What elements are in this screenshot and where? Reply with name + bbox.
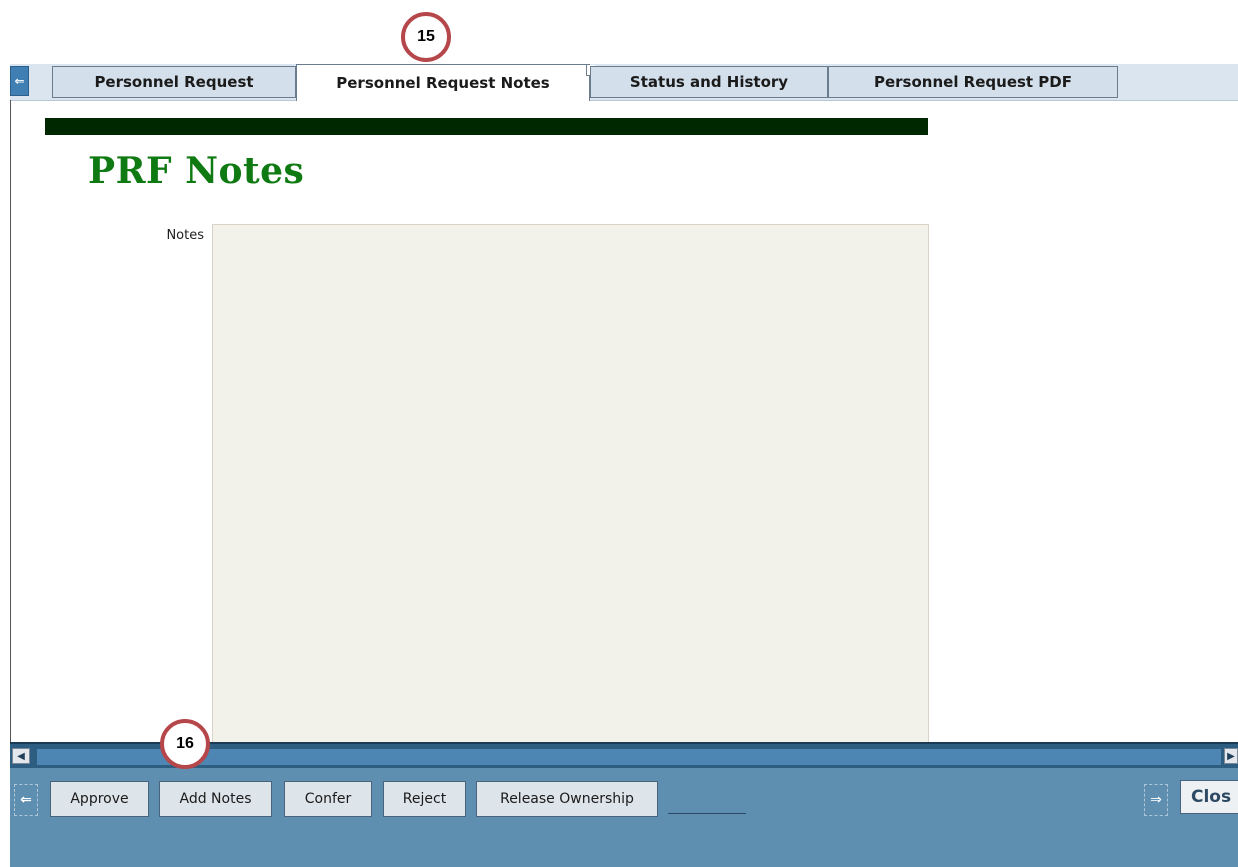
close-button[interactable]: Clos [1180, 780, 1238, 814]
callout-15-number: 15 [417, 28, 435, 45]
add-notes-button[interactable]: Add Notes [159, 781, 272, 817]
tab-scroll-back-icon[interactable]: ⇐ [10, 66, 29, 96]
tab-label: Personnel Request PDF [873, 73, 1073, 91]
back-arrow-icon[interactable]: ⇐ [12, 782, 40, 818]
forward-arrow-icon[interactable]: ⇒ [1140, 782, 1172, 818]
confer-button[interactable]: Confer [284, 781, 372, 817]
tab-personnel-request-pdf[interactable]: Personnel Request PDF [828, 66, 1118, 98]
reject-button[interactable]: Reject [383, 781, 466, 817]
tab-label: Personnel Request [94, 73, 254, 91]
notes-label: Notes [166, 228, 204, 243]
tab-personnel-request[interactable]: Personnel Request [52, 66, 296, 98]
callout-16: 16 [160, 719, 210, 769]
release-ownership-button[interactable]: Release Ownership [476, 781, 658, 817]
page-title: PRF Notes [88, 150, 305, 192]
toolbar-field-underline [668, 813, 746, 814]
tab-personnel-request-notes[interactable]: Personnel Request Notes [296, 64, 595, 101]
page-frame-border [10, 100, 11, 742]
tab-status-and-history[interactable]: Status and History [590, 66, 828, 98]
notes-textarea[interactable] [212, 224, 929, 744]
scrollbar-track[interactable] [36, 748, 1222, 766]
callout-16-number: 16 [176, 735, 194, 752]
callout-15: 15 [401, 12, 451, 62]
close-button-label: Clos [1191, 787, 1232, 807]
header-bar [45, 118, 928, 135]
approve-button[interactable]: Approve [50, 781, 149, 817]
scroll-left-icon[interactable]: ◀ [12, 748, 30, 764]
tab-label: Status and History [629, 73, 789, 91]
tab-label: Personnel Request Notes [336, 74, 550, 92]
scroll-right-icon[interactable]: ▶ [1224, 748, 1238, 764]
